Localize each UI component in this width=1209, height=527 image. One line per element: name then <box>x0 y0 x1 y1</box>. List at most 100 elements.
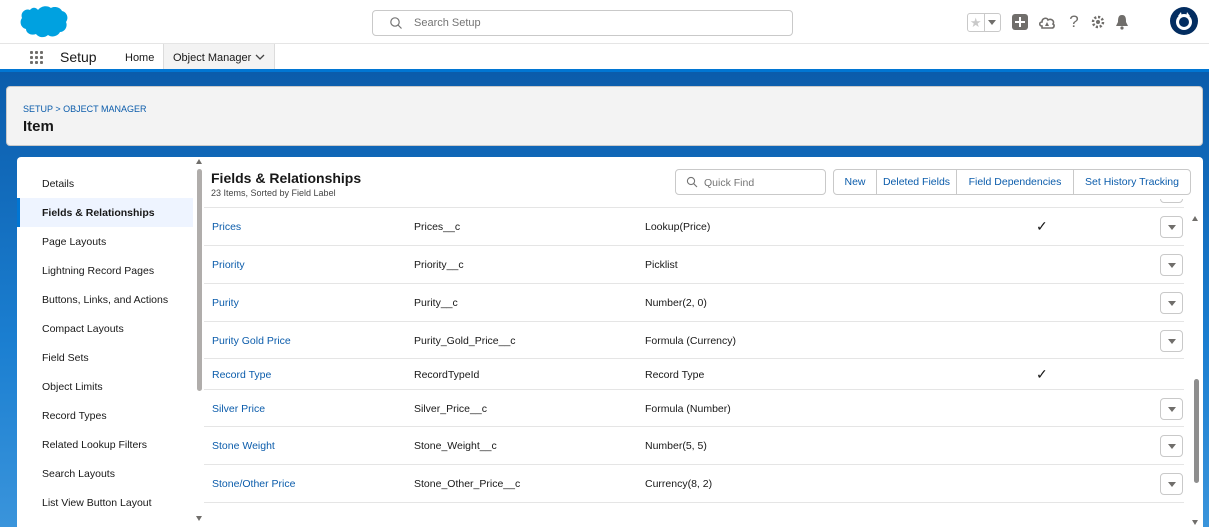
field-data-type: Formula (Currency) <box>645 335 737 347</box>
search-setup-input[interactable]: Search Setup <box>372 10 793 36</box>
user-avatar[interactable] <box>1170 7 1198 35</box>
sidebar-item-label: Buttons, Links, and Actions <box>42 294 169 306</box>
field-api-name: Purity__c <box>414 297 458 309</box>
object-sidebar: Details Fields & Relationships Page Layout… <box>17 157 193 527</box>
search-placeholder: Search Setup <box>414 17 481 29</box>
favorites-dropdown-icon[interactable] <box>985 14 1001 31</box>
sidebar-item[interactable]: Object Limits <box>17 372 193 401</box>
field-data-type: Formula (Number) <box>645 403 731 415</box>
sidebar-scrollbar[interactable] <box>195 157 204 527</box>
row-actions-dropdown-button[interactable] <box>1160 435 1183 457</box>
search-icon <box>686 176 698 188</box>
field-label-link[interactable]: Stone Weight <box>212 440 275 452</box>
sidebar-item-label: Page Layouts <box>42 236 107 248</box>
field-data-type: Number(2, 0) <box>645 297 707 309</box>
sidebar-item[interactable]: Lightning Record Pages <box>17 256 193 285</box>
help-icon[interactable]: ? <box>1065 12 1083 31</box>
nav-tab-object-manager[interactable]: Object Manager <box>163 44 275 69</box>
breadcrumb[interactable]: SETUP > OBJECT MANAGER <box>23 104 146 114</box>
field-label-link[interactable]: Stone/Other Price <box>212 478 295 490</box>
fields-content: Fields & Relationships 23 Items, Sorted … <box>204 157 1203 527</box>
row-actions-dropdown-button[interactable] <box>1160 398 1183 420</box>
field-data-type: Lookup(Price) <box>645 221 711 233</box>
table-row: Record Type RecordTypeId Record Type ✓ <box>204 359 1184 390</box>
page-header: SETUP > OBJECT MANAGER Item <box>6 86 1203 146</box>
chevron-down-icon <box>1168 263 1176 268</box>
table-row: Purity Purity__c Number(2, 0) <box>204 284 1184 322</box>
row-actions-dropdown-button[interactable] <box>1160 216 1183 238</box>
favorites-control[interactable]: ★ <box>967 13 1001 32</box>
chevron-down-icon <box>1168 301 1176 306</box>
table-row: Purity Gold Price Purity_Gold_Price__c For… <box>204 322 1184 359</box>
row-actions-dropdown-button[interactable] <box>1160 254 1183 276</box>
trailhead-icon[interactable] <box>1038 13 1056 31</box>
field-label-link[interactable]: Prices <box>212 221 241 233</box>
quick-find-input[interactable]: Quick Find <box>675 169 826 195</box>
field-dependencies-button[interactable]: Field Dependencies <box>956 169 1074 195</box>
sidebar-item-label: Related Lookup Filters <box>42 439 148 451</box>
sidebar-item-label: Fields & Relationships <box>42 207 155 219</box>
scroll-up-icon[interactable] <box>196 159 202 164</box>
section-subtitle: 23 Items, Sorted by Field Label <box>211 188 336 198</box>
scroll-down-icon[interactable] <box>196 516 202 521</box>
scroll-up-icon[interactable] <box>1192 216 1198 221</box>
sidebar-item-label: Field Sets <box>42 352 89 364</box>
sidebar-item[interactable]: Fields & Relationships <box>17 198 193 227</box>
table-scroll-thumb[interactable] <box>1194 379 1199 483</box>
row-actions-dropdown-button[interactable] <box>1160 473 1183 495</box>
field-api-name: Stone_Other_Price__c <box>414 478 521 490</box>
sidebar-item[interactable]: Record Types <box>17 401 193 430</box>
table-row: PercentagePercentage__cNumber(2, 0) <box>204 199 1184 208</box>
field-data-type: Record Type <box>645 369 705 381</box>
sidebar-item[interactable]: Related Lookup Filters <box>17 430 193 459</box>
app-navigation-bar: Setup Home Object Manager <box>0 44 1209 72</box>
chevron-down-icon <box>1168 225 1176 230</box>
field-data-type: Picklist <box>645 259 678 271</box>
indexed-check-icon: ✓ <box>1036 218 1048 234</box>
chevron-down-icon <box>1168 339 1176 344</box>
quick-find-placeholder: Quick Find <box>704 177 755 189</box>
row-actions-dropdown-button[interactable] <box>1160 199 1183 203</box>
row-actions-dropdown-button[interactable] <box>1160 330 1183 352</box>
nav-tab-object-manager-label: Object Manager <box>173 52 252 64</box>
object-manager-panel: Details Fields & Relationships Page Layout… <box>17 157 1203 527</box>
table-scrollbar[interactable] <box>1191 199 1201 527</box>
chevron-down-icon[interactable] <box>255 52 265 62</box>
sidebar-item[interactable]: List View Button Layout <box>17 488 193 517</box>
sidebar-scroll-thumb[interactable] <box>197 169 202 391</box>
sidebar-item[interactable]: Compact Layouts <box>17 314 193 343</box>
table-row: Stone/Other Price Stone_Other_Price__c Cur… <box>204 465 1184 503</box>
new-button[interactable]: New <box>833 169 877 195</box>
sidebar-item[interactable]: Page Layouts <box>17 227 193 256</box>
field-label-link[interactable]: Purity <box>212 297 239 309</box>
app-launcher-icon[interactable] <box>30 51 43 64</box>
field-label-link[interactable]: Silver Price <box>212 403 265 415</box>
deleted-fields-button[interactable]: Deleted Fields <box>876 169 957 195</box>
field-label-link[interactable]: Priority <box>212 259 245 271</box>
sidebar-item[interactable]: Details <box>17 169 193 198</box>
star-icon[interactable]: ★ <box>968 14 985 31</box>
row-actions-dropdown-button[interactable] <box>1160 292 1183 314</box>
field-api-name: RecordTypeId <box>414 369 480 381</box>
bell-icon[interactable] <box>1113 13 1131 31</box>
gear-icon[interactable] <box>1089 13 1107 31</box>
indexed-check-icon: ✓ <box>1036 366 1048 382</box>
field-api-name: Priority__c <box>414 259 464 271</box>
scroll-down-icon[interactable] <box>1192 520 1198 525</box>
sidebar-item-label: Details <box>42 178 75 190</box>
table-row: Silver Price Silver_Price__c Formula (Numb… <box>204 390 1184 427</box>
table-row: Prices Prices__c Lookup(Price) ✓ <box>204 208 1184 246</box>
salesforce-logo[interactable] <box>18 5 68 39</box>
sidebar-item[interactable]: Search Layouts <box>17 459 193 488</box>
set-history-tracking-button[interactable]: Set History Tracking <box>1073 169 1191 195</box>
chevron-down-icon <box>1168 444 1176 449</box>
sidebar-item-label: Lightning Record Pages <box>42 265 155 277</box>
sidebar-item[interactable]: Buttons, Links, and Actions <box>17 285 193 314</box>
sidebar-item-label: Search Layouts <box>42 468 115 480</box>
field-label-link[interactable]: Purity Gold Price <box>212 335 291 347</box>
sidebar-item[interactable]: Field Sets <box>17 343 193 372</box>
field-label-link[interactable]: Record Type <box>212 369 271 381</box>
sidebar-item-label: Record Types <box>42 410 107 422</box>
nav-tab-home[interactable]: Home <box>125 52 154 64</box>
global-actions-icon[interactable] <box>1011 13 1029 31</box>
